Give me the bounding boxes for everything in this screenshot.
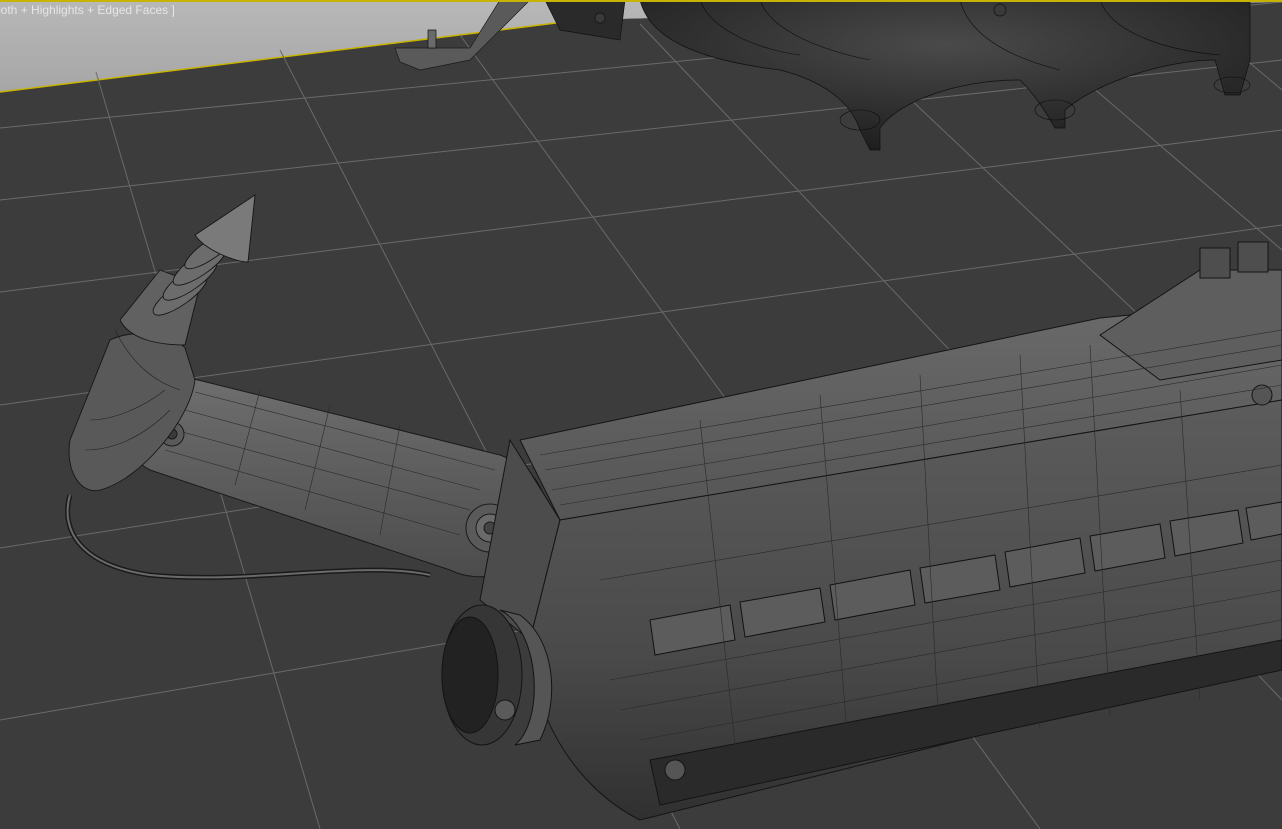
active-viewport-border: [0, 0, 1282, 2]
viewport-scene[interactable]: [0, 0, 1282, 829]
3d-viewport[interactable]: ooth + Highlights + Edged Faces ]: [0, 0, 1282, 829]
viewport-shading-label[interactable]: ooth + Highlights + Edged Faces ]: [0, 3, 175, 17]
